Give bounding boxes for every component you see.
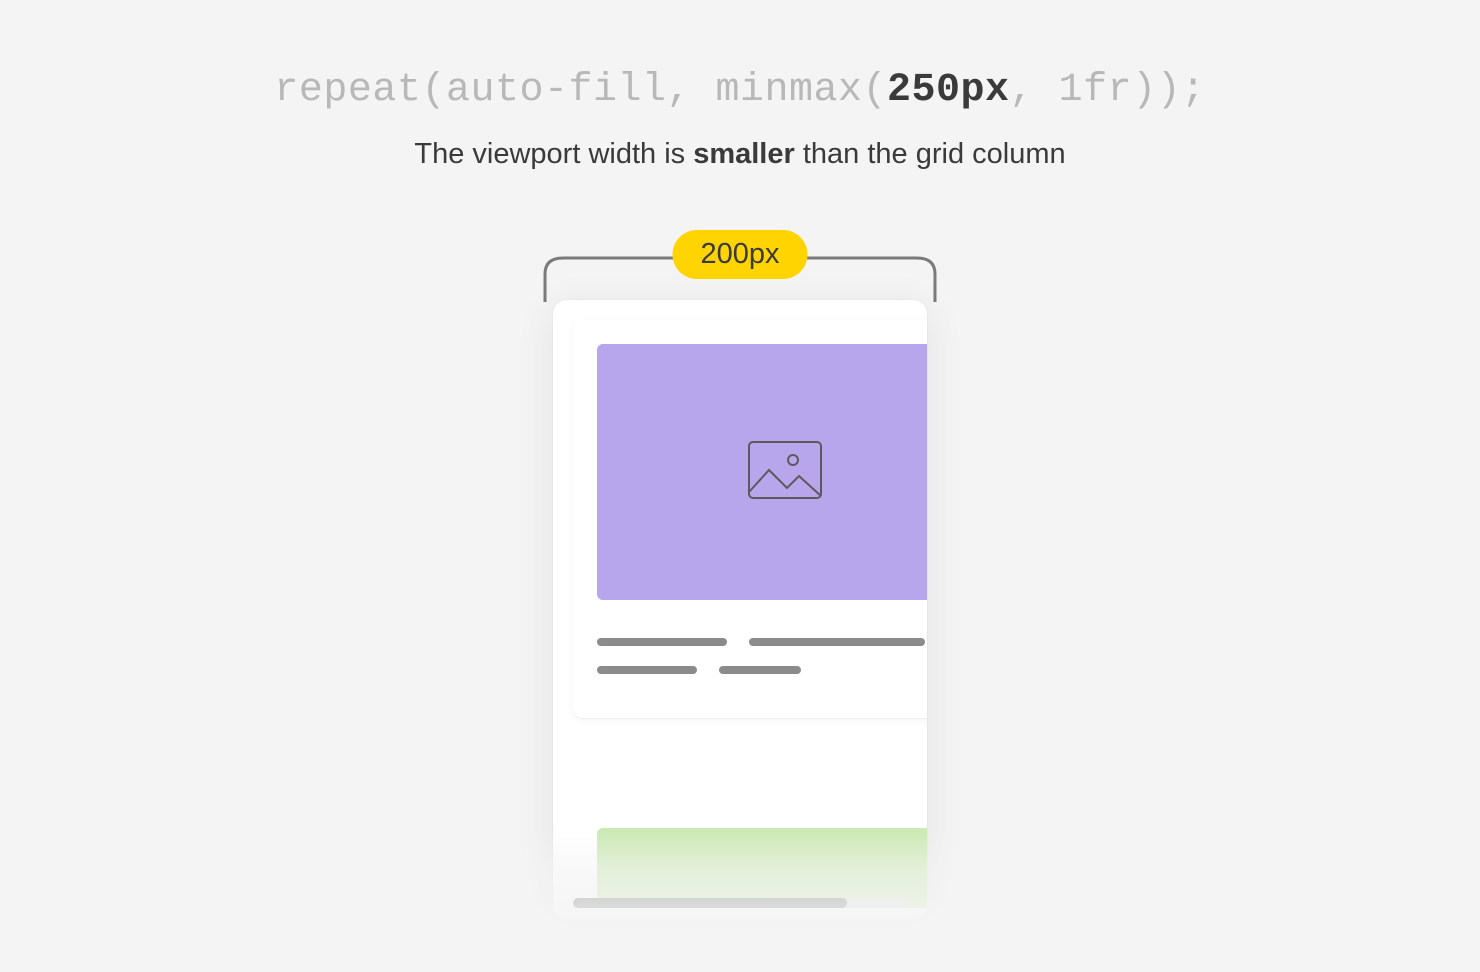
device-mockup: 200px	[541, 252, 939, 972]
scrollbar-thumb[interactable]	[573, 898, 847, 908]
code-highlight: 250px	[887, 68, 1010, 113]
horizontal-scrollbar[interactable]	[573, 898, 907, 908]
caption-pre: The viewport width is	[414, 138, 693, 170]
text-line-1	[597, 638, 927, 646]
grid-card-2-peek	[597, 828, 927, 908]
mobile-viewport	[553, 300, 927, 920]
code-post: , 1fr));	[1010, 68, 1206, 113]
text-bar	[597, 638, 727, 646]
image-icon	[747, 440, 823, 505]
grid-card	[573, 320, 927, 718]
code-pre: repeat(auto-fill, minmax(	[274, 68, 887, 113]
text-bar	[597, 666, 697, 674]
card-image-placeholder	[597, 344, 927, 600]
text-line-2	[597, 666, 927, 674]
caption-text: The viewport width is smaller than the g…	[414, 138, 1065, 171]
text-bar	[749, 638, 925, 646]
card-body	[573, 600, 927, 718]
caption-bold: smaller	[693, 138, 795, 170]
text-bar	[719, 666, 801, 674]
width-badge-label: 200px	[700, 238, 779, 270]
caption-post: than the grid column	[795, 138, 1066, 170]
code-snippet: repeat(auto-fill, minmax(250px, 1fr));	[274, 68, 1205, 113]
width-badge: 200px	[672, 230, 807, 279]
